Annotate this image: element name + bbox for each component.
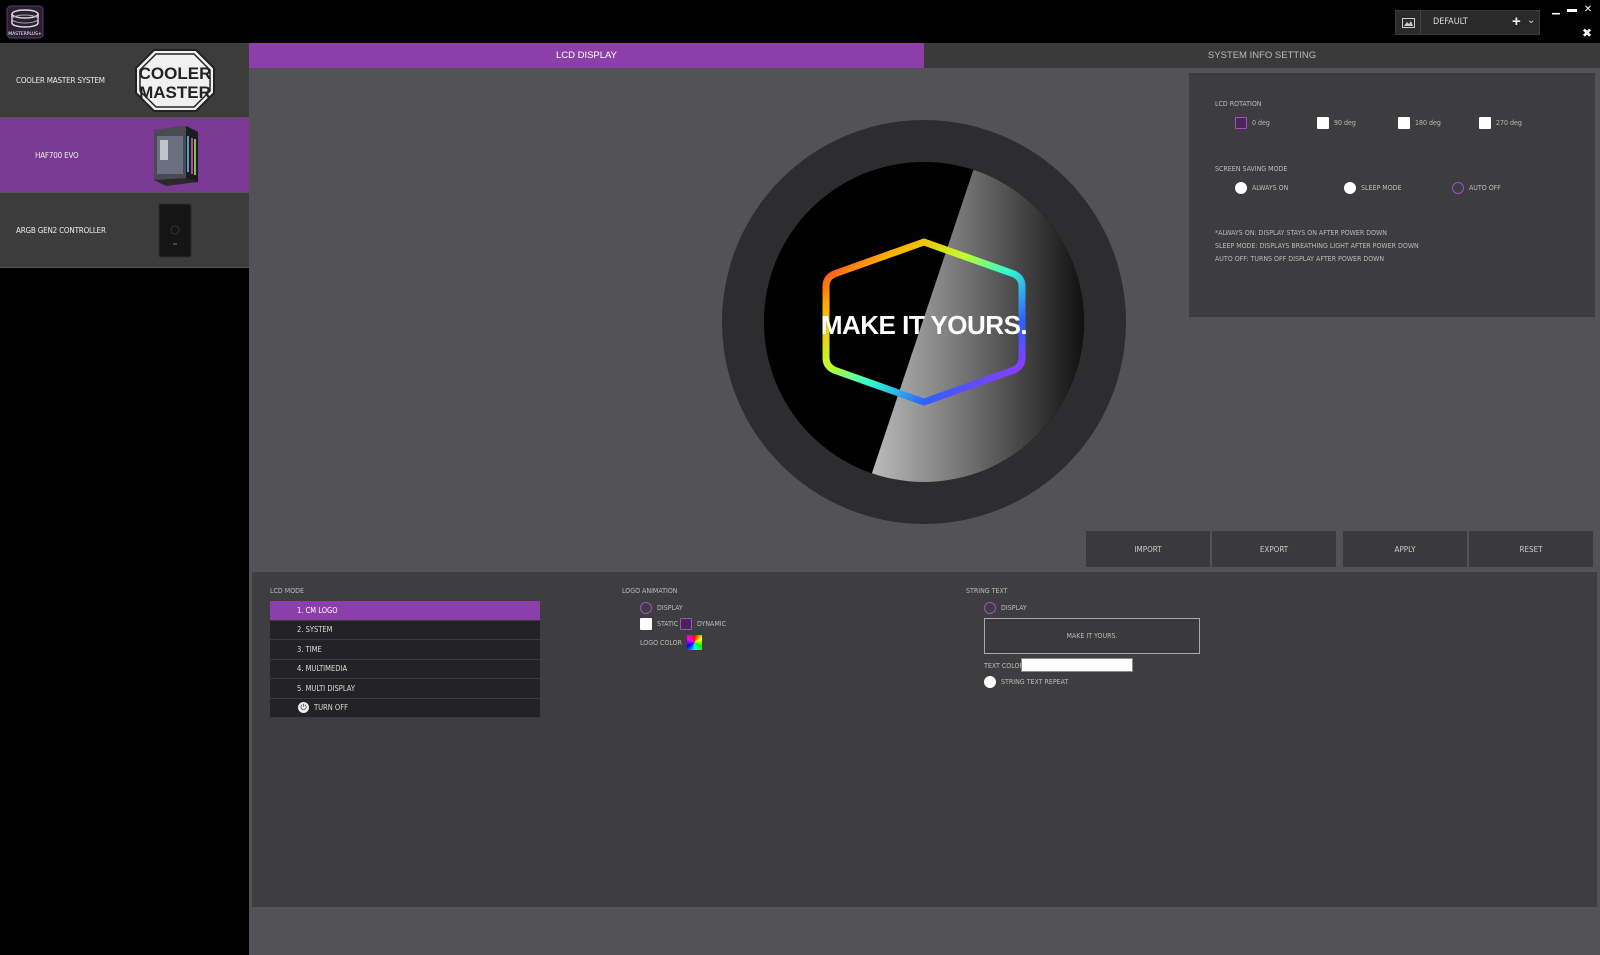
preview-text: MAKE IT YOURS.: [821, 310, 1027, 340]
power-icon: ⏻: [298, 702, 309, 714]
turn-off-label: TURN OFF: [314, 703, 349, 713]
logo-animation-title: LOGO ANIMATION: [622, 587, 678, 595]
tools-icon[interactable]: ✖: [1582, 26, 1592, 40]
saving-label: ALWAYS ON: [1252, 184, 1289, 192]
saving-note: *ALWAYS ON: DISPLAY STAYS ON AFTER POWER…: [1215, 229, 1387, 237]
apply-button[interactable]: APPLY: [1343, 531, 1467, 567]
rotation-checkbox[interactable]: [1398, 117, 1410, 129]
rotation-label: 180 deg: [1415, 119, 1441, 127]
minimize-icon[interactable]: ▁: [1550, 4, 1562, 15]
mode-item-time[interactable]: 3. TIME: [270, 640, 540, 660]
tab-bar: LCD DISPLAY SYSTEM INFO SETTING: [249, 43, 1600, 68]
string-display-label: DISPLAY: [1001, 604, 1027, 612]
saving-radio[interactable]: [1344, 182, 1356, 194]
device-label: HAF700 EVO: [35, 151, 79, 160]
string-repeat-radio[interactable]: [984, 676, 996, 688]
mode-item-system[interactable]: 2. SYSTEM: [270, 620, 540, 640]
cooler-master-logo-icon: COOLER MASTER: [135, 49, 215, 112]
rotation-checkbox[interactable]: [1235, 117, 1247, 129]
rotation-option-180[interactable]: 180 deg: [1398, 117, 1441, 129]
rotation-label: 270 deg: [1496, 119, 1522, 127]
dynamic-label: DYNAMIC: [697, 620, 727, 628]
device-label: COOLER MASTER SYSTEM: [16, 76, 105, 85]
pc-case-icon: [154, 126, 198, 186]
string-display-radio[interactable]: [984, 602, 996, 614]
saving-radio[interactable]: [1452, 182, 1464, 194]
logo-color-row: LOGO COLOR: [640, 635, 702, 650]
text-color-label: TEXT COLOR: [984, 662, 1024, 670]
import-button[interactable]: IMPORT: [1086, 531, 1210, 567]
tab-lcd-display[interactable]: LCD DISPLAY: [249, 43, 924, 68]
lcd-bezel: MAKE IT YOURS.: [722, 120, 1126, 524]
string-text-input[interactable]: MAKE IT YOURS.: [984, 618, 1200, 654]
lcd-rotation-title: LCD ROTATION: [1215, 100, 1262, 108]
saving-option-always-on[interactable]: ALWAYS ON: [1235, 182, 1288, 194]
rotation-label: 90 deg: [1334, 119, 1356, 127]
screen-saving-title: SCREEN SAVING MODE: [1215, 165, 1288, 173]
saving-label: AUTO OFF: [1469, 184, 1501, 192]
mode-item-multimedia[interactable]: 4. MULTIMEDIA: [270, 659, 540, 679]
saving-option-sleep-mode[interactable]: SLEEP MODE: [1344, 182, 1401, 194]
profile-selector[interactable]: DEFAULT + ⌄: [1395, 10, 1540, 35]
title-bar: MASTERPLUS+ DEFAULT + ⌄ ▁ ▬ ✕ ✖: [0, 0, 1600, 43]
rotation-checkbox[interactable]: [1479, 117, 1491, 129]
string-repeat-toggle[interactable]: STRING TEXT REPEAT: [984, 676, 1068, 688]
dynamic-checkbox[interactable]: [680, 618, 692, 630]
lcd-settings-panel: LCD ROTATION 0 deg 90 deg 180 deg 270 de…: [1189, 73, 1595, 317]
logo-display-radio[interactable]: [640, 602, 652, 614]
logo-display-toggle[interactable]: DISPLAY: [640, 602, 683, 614]
rotation-option-90[interactable]: 90 deg: [1317, 117, 1356, 129]
string-text-title: STRING TEXT: [966, 587, 1008, 595]
logo-display-label: DISPLAY: [657, 604, 683, 612]
mode-item-cm-logo[interactable]: 1. CM LOGO: [270, 601, 540, 621]
lcd-screen-preview: MAKE IT YOURS.: [764, 162, 1084, 482]
logo-word-2: MASTER: [139, 83, 211, 102]
saving-radio[interactable]: [1235, 182, 1247, 194]
rotation-option-0[interactable]: 0 deg: [1235, 117, 1270, 129]
string-display-toggle[interactable]: DISPLAY: [984, 602, 1027, 614]
device-sidebar: COOLER MASTER SYSTEM COOLER MASTER HAF70…: [0, 43, 249, 955]
text-color-picker[interactable]: [1021, 658, 1133, 672]
close-icon[interactable]: ✕: [1582, 4, 1594, 15]
sidebar-item-haf700-evo[interactable]: HAF700 EVO: [0, 118, 249, 193]
rotation-label: 0 deg: [1252, 119, 1270, 127]
profile-image-icon[interactable]: [1396, 11, 1421, 34]
saving-note: SLEEP MODE: DISPLAYS BREATHING LIGHT AFT…: [1215, 242, 1419, 250]
maximize-icon[interactable]: ▬: [1566, 4, 1578, 15]
export-button[interactable]: EXPORT: [1212, 531, 1336, 567]
logo-color-picker[interactable]: [687, 635, 702, 650]
rotation-option-270[interactable]: 270 deg: [1479, 117, 1522, 129]
logo-word-1: COOLER: [139, 64, 212, 83]
logo-color-label: LOGO COLOR: [640, 638, 682, 647]
app-logo-icon[interactable]: MASTERPLUS+: [6, 5, 44, 39]
device-label: ARGB GEN2 CONTROLLER: [16, 226, 106, 235]
static-checkbox[interactable]: [640, 618, 652, 630]
mode-item-multi-display[interactable]: 5. MULTI DISPLAY: [270, 679, 540, 699]
logo-static-option[interactable]: STATIC: [640, 618, 678, 630]
reset-button[interactable]: RESET: [1469, 531, 1593, 567]
add-profile-icon[interactable]: +: [1512, 13, 1521, 30]
controller-device-icon: [158, 203, 192, 258]
saving-note: AUTO OFF: TURNS OFF DISPLAY AFTER POWER …: [1215, 255, 1385, 263]
static-label: STATIC: [657, 620, 679, 628]
lcd-mode-panel: LCD MODE 1. CM LOGO 2. SYSTEM 3. TIME 4.…: [252, 572, 1597, 907]
app-logo-text: MASTERPLUS+: [8, 31, 42, 37]
lcd-mode-list: 1. CM LOGO 2. SYSTEM 3. TIME 4. MULTIMED…: [270, 601, 540, 718]
sidebar-item-cooler-master-system[interactable]: COOLER MASTER SYSTEM COOLER MASTER: [0, 43, 249, 118]
logo-dynamic-option[interactable]: DYNAMIC: [680, 618, 726, 630]
string-repeat-label: STRING TEXT REPEAT: [1001, 678, 1069, 686]
tab-system-info-setting[interactable]: SYSTEM INFO SETTING: [924, 43, 1600, 68]
lcd-mode-title: LCD MODE: [270, 587, 304, 595]
profile-name: DEFAULT: [1433, 17, 1468, 27]
mode-item-turn-off[interactable]: ⏻ TURN OFF: [270, 698, 540, 718]
saving-option-auto-off[interactable]: AUTO OFF: [1452, 182, 1501, 194]
rotation-checkbox[interactable]: [1317, 117, 1329, 129]
sidebar-item-argb-gen2-controller[interactable]: ARGB GEN2 CONTROLLER: [0, 193, 249, 268]
chevron-down-icon[interactable]: ⌄: [1527, 15, 1535, 26]
saving-label: SLEEP MODE: [1361, 184, 1402, 192]
